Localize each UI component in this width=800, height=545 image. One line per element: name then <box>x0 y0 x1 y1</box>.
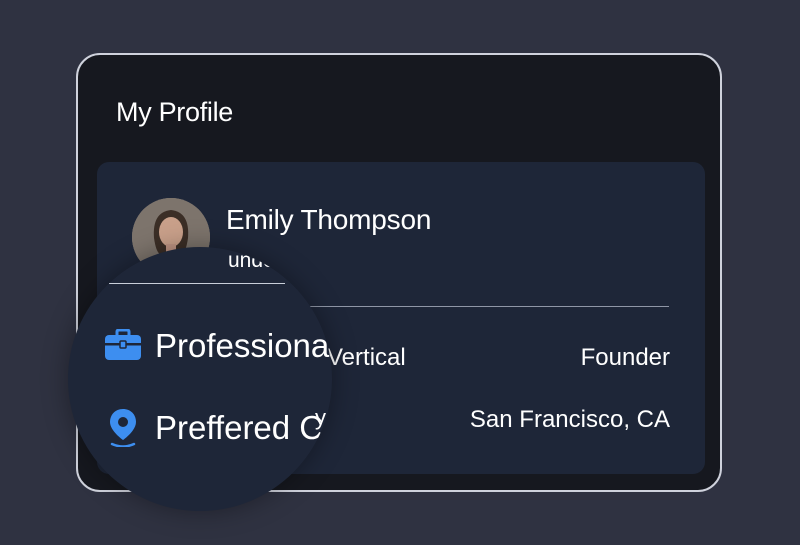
profile-subtitle-magnified: under <box>228 249 282 272</box>
profile-name: Emily Thompson <box>226 204 432 235</box>
city-value: San Francisco, CA <box>469 406 670 433</box>
briefcase-icon <box>104 328 142 366</box>
magnifier-lens: under Professiona Preffered C y <box>68 247 332 511</box>
preferred-city-tail-magnified: y <box>315 405 326 430</box>
professional-label-magnified: Professiona <box>155 327 330 364</box>
divider <box>109 283 285 284</box>
preferred-city-label-magnified: Preffered C <box>155 409 324 446</box>
location-pin-icon <box>108 407 138 452</box>
vertical-label: Vertical <box>327 344 406 371</box>
page-title: My Profile <box>116 97 234 127</box>
divider <box>306 306 669 307</box>
vertical-value: Founder <box>580 344 670 371</box>
